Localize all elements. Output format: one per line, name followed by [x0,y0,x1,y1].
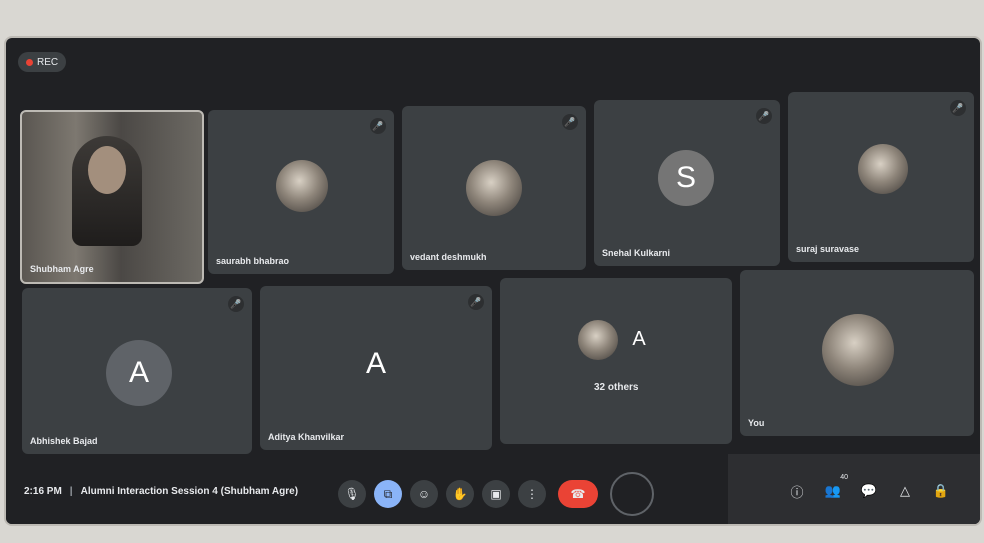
separator: | [69,486,73,497]
mic-off-icon: 🎤 [228,296,244,312]
participant-name: saurabh bhabrao [216,256,290,266]
avatar: A [106,340,172,406]
participant-name: suraj suravase [796,244,860,254]
mic-off-icon: 🎤 [562,114,578,130]
participant-name: You [748,418,765,428]
emoji-icon[interactable]: ☺ [410,480,438,508]
avatar [858,144,908,194]
meeting-title: Alumni Interaction Session 4 (Shubham Ag… [80,486,299,497]
activities-icon[interactable]: △ [894,480,916,502]
chat-icon[interactable]: 💬 [858,480,880,502]
avatar-letter: A [632,327,646,350]
avatar [578,320,618,360]
participant-count-badge: 40 [840,474,848,481]
avatar [466,160,522,216]
participant-name: Abhishek Bajad [30,436,98,446]
participant-name: Shubham Agre [30,264,94,274]
participant-tile-you[interactable]: You [740,270,974,436]
camera-face [88,146,126,194]
meeting-time: 2:16 PM [24,486,62,497]
mic-icon[interactable]: 🎙 [338,480,366,508]
avatar [276,160,328,212]
mic-off-icon: 🎤 [950,100,966,116]
mic-off-icon: 🎤 [468,294,484,310]
participant-name: Snehal Kulkarni [602,248,671,258]
more-options-icon[interactable]: ⋮ [518,480,546,508]
participant-tile-aditya[interactable]: 🎤 A Aditya Khanvilkar [260,286,492,450]
participant-tile-others[interactable]: A 32 others [500,278,732,444]
participant-tile-snehal[interactable]: 🎤 S Snehal Kulkarni [594,100,780,266]
end-call-icon[interactable]: ☎ [558,480,598,508]
present-icon[interactable]: ▣ [482,480,510,508]
camera-flare-ring [610,472,654,516]
side-panel-controls: ⓘ 👥 40 💬 △ 🔒 [728,454,980,524]
others-count: 32 others [594,382,639,393]
avatar: S [658,150,714,206]
host-controls-icon[interactable]: 🔒 [930,480,952,502]
control-bar: 2:16 PM | Alumni Interaction Session 4 (… [6,454,980,524]
participant-tile-saurabh[interactable]: 🎤 saurabh bhabrao [208,110,394,274]
participant-tile-shubham[interactable]: Shubham Agre [20,110,204,284]
participant-name: Aditya Khanvilkar [268,432,345,442]
people-icon[interactable]: 👥 40 [822,474,848,502]
mic-off-icon: 🎤 [370,118,386,134]
info-icon[interactable]: ⓘ [786,480,808,502]
captions-icon[interactable]: ⧉ [374,480,402,508]
avatar [822,314,894,386]
participant-tile-abhishek[interactable]: 🎤 A Abhishek Bajad [22,288,252,454]
mic-off-icon: 🎤 [756,108,772,124]
avatar: A [365,347,386,380]
raise-hand-icon[interactable]: ✋ [446,480,474,508]
participant-tile-suraj[interactable]: 🎤 suraj suravase [788,92,974,262]
meet-window: REC Shubham Agre 🎤 saurabh bhabrao 🎤 ved… [6,38,980,524]
meeting-info: 2:16 PM | Alumni Interaction Session 4 (… [24,486,298,497]
participant-name: vedant deshmukh [410,252,487,262]
recording-label: REC [37,56,59,68]
recording-dot-icon [26,58,33,66]
participant-tile-vedant[interactable]: 🎤 vedant deshmukh [402,106,586,270]
recording-indicator: REC [18,52,67,72]
